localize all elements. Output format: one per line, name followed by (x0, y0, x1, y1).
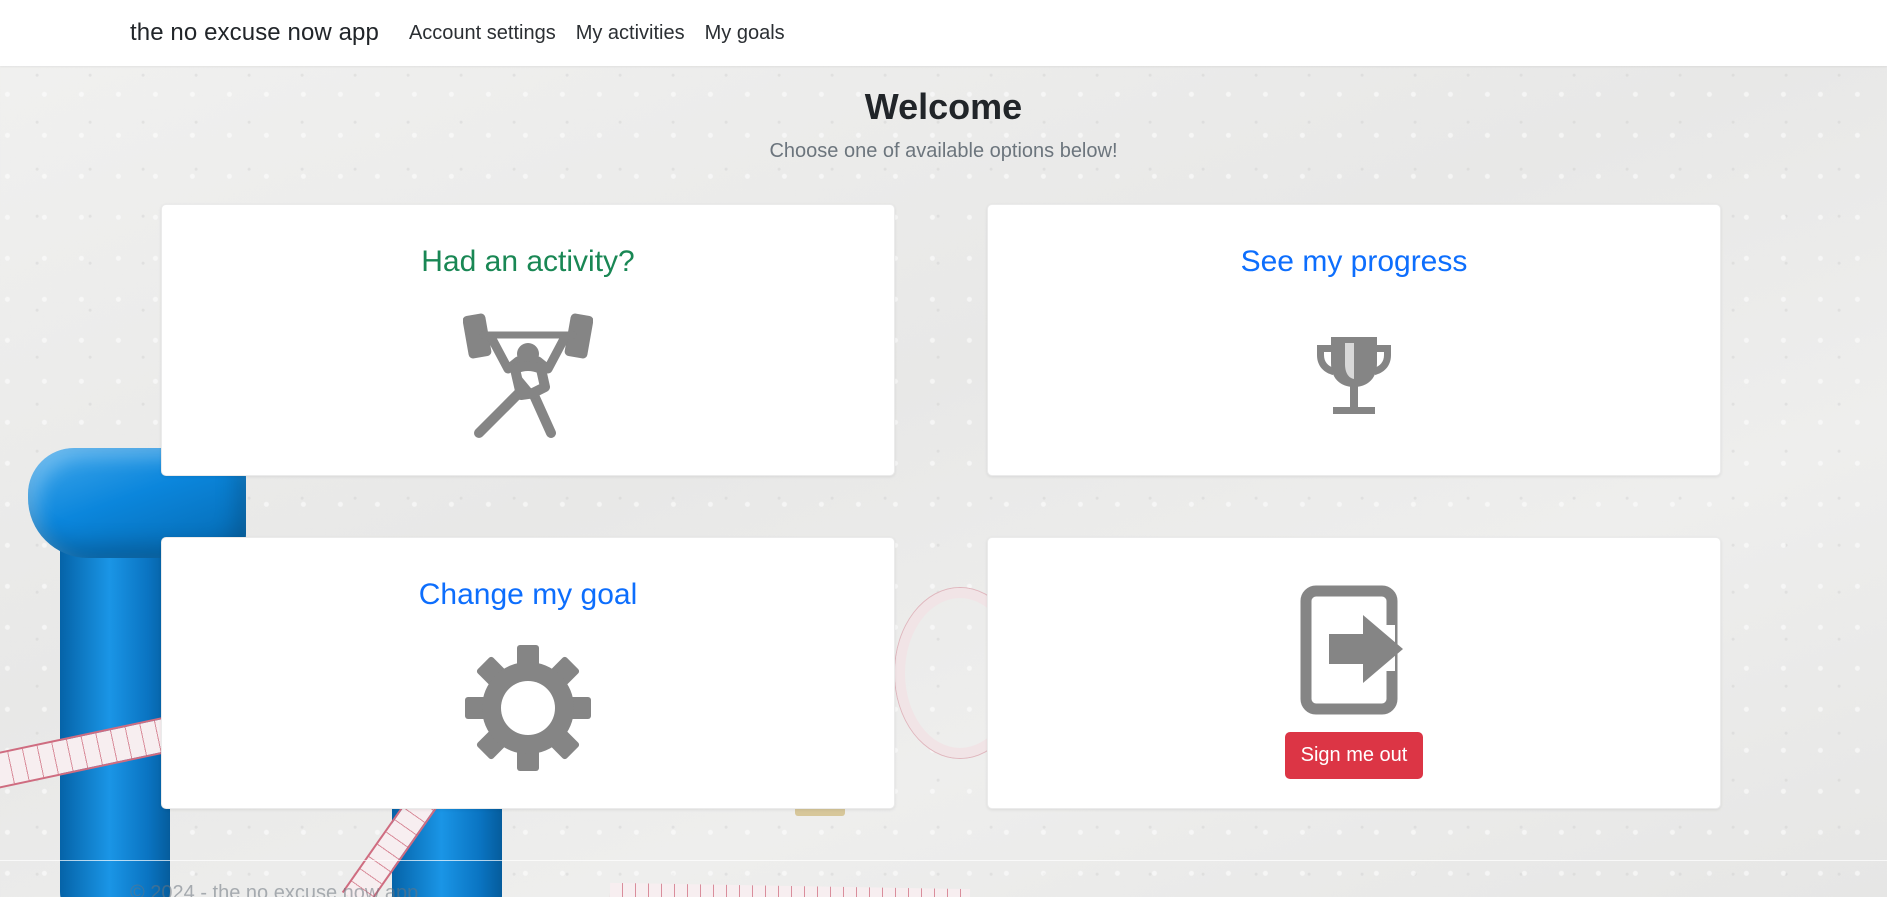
card-title-goal: Change my goal (418, 578, 638, 611)
card-title-activity: Had an activity? (421, 245, 635, 278)
brand-link[interactable]: the no excuse now app (130, 19, 379, 47)
sign-out-button[interactable]: Sign me out (1285, 732, 1423, 779)
card-see-my-progress[interactable]: See my progress (987, 204, 1721, 476)
card-title-progress: See my progress (1240, 245, 1468, 278)
gear-icon (465, 645, 591, 771)
weightlifter-icon (463, 313, 593, 438)
card-sign-out: Sign me out (987, 537, 1721, 809)
measuring-tape-background (0, 714, 182, 792)
footer-copyright: © 2024 - the no excuse now app (130, 882, 419, 897)
card-had-an-activity[interactable]: Had an activity? (161, 204, 895, 476)
nav-link-my-activities[interactable]: My activities (576, 22, 685, 45)
card-change-my-goal[interactable]: Change my goal (161, 537, 895, 809)
sign-out-icon (1300, 585, 1403, 715)
footer-divider (0, 860, 1887, 861)
nav-link-account-settings[interactable]: Account settings (409, 22, 556, 45)
navbar: the no excuse now app Account settings M… (0, 0, 1887, 66)
trophy-icon (1317, 337, 1391, 414)
dumbbell-background (60, 520, 170, 897)
measuring-tape-bottom-background (609, 882, 971, 897)
page-title: Welcome (864, 86, 1023, 127)
nav-link-my-goals[interactable]: My goals (705, 22, 785, 45)
page-subtitle: Choose one of available options below! (769, 140, 1118, 162)
